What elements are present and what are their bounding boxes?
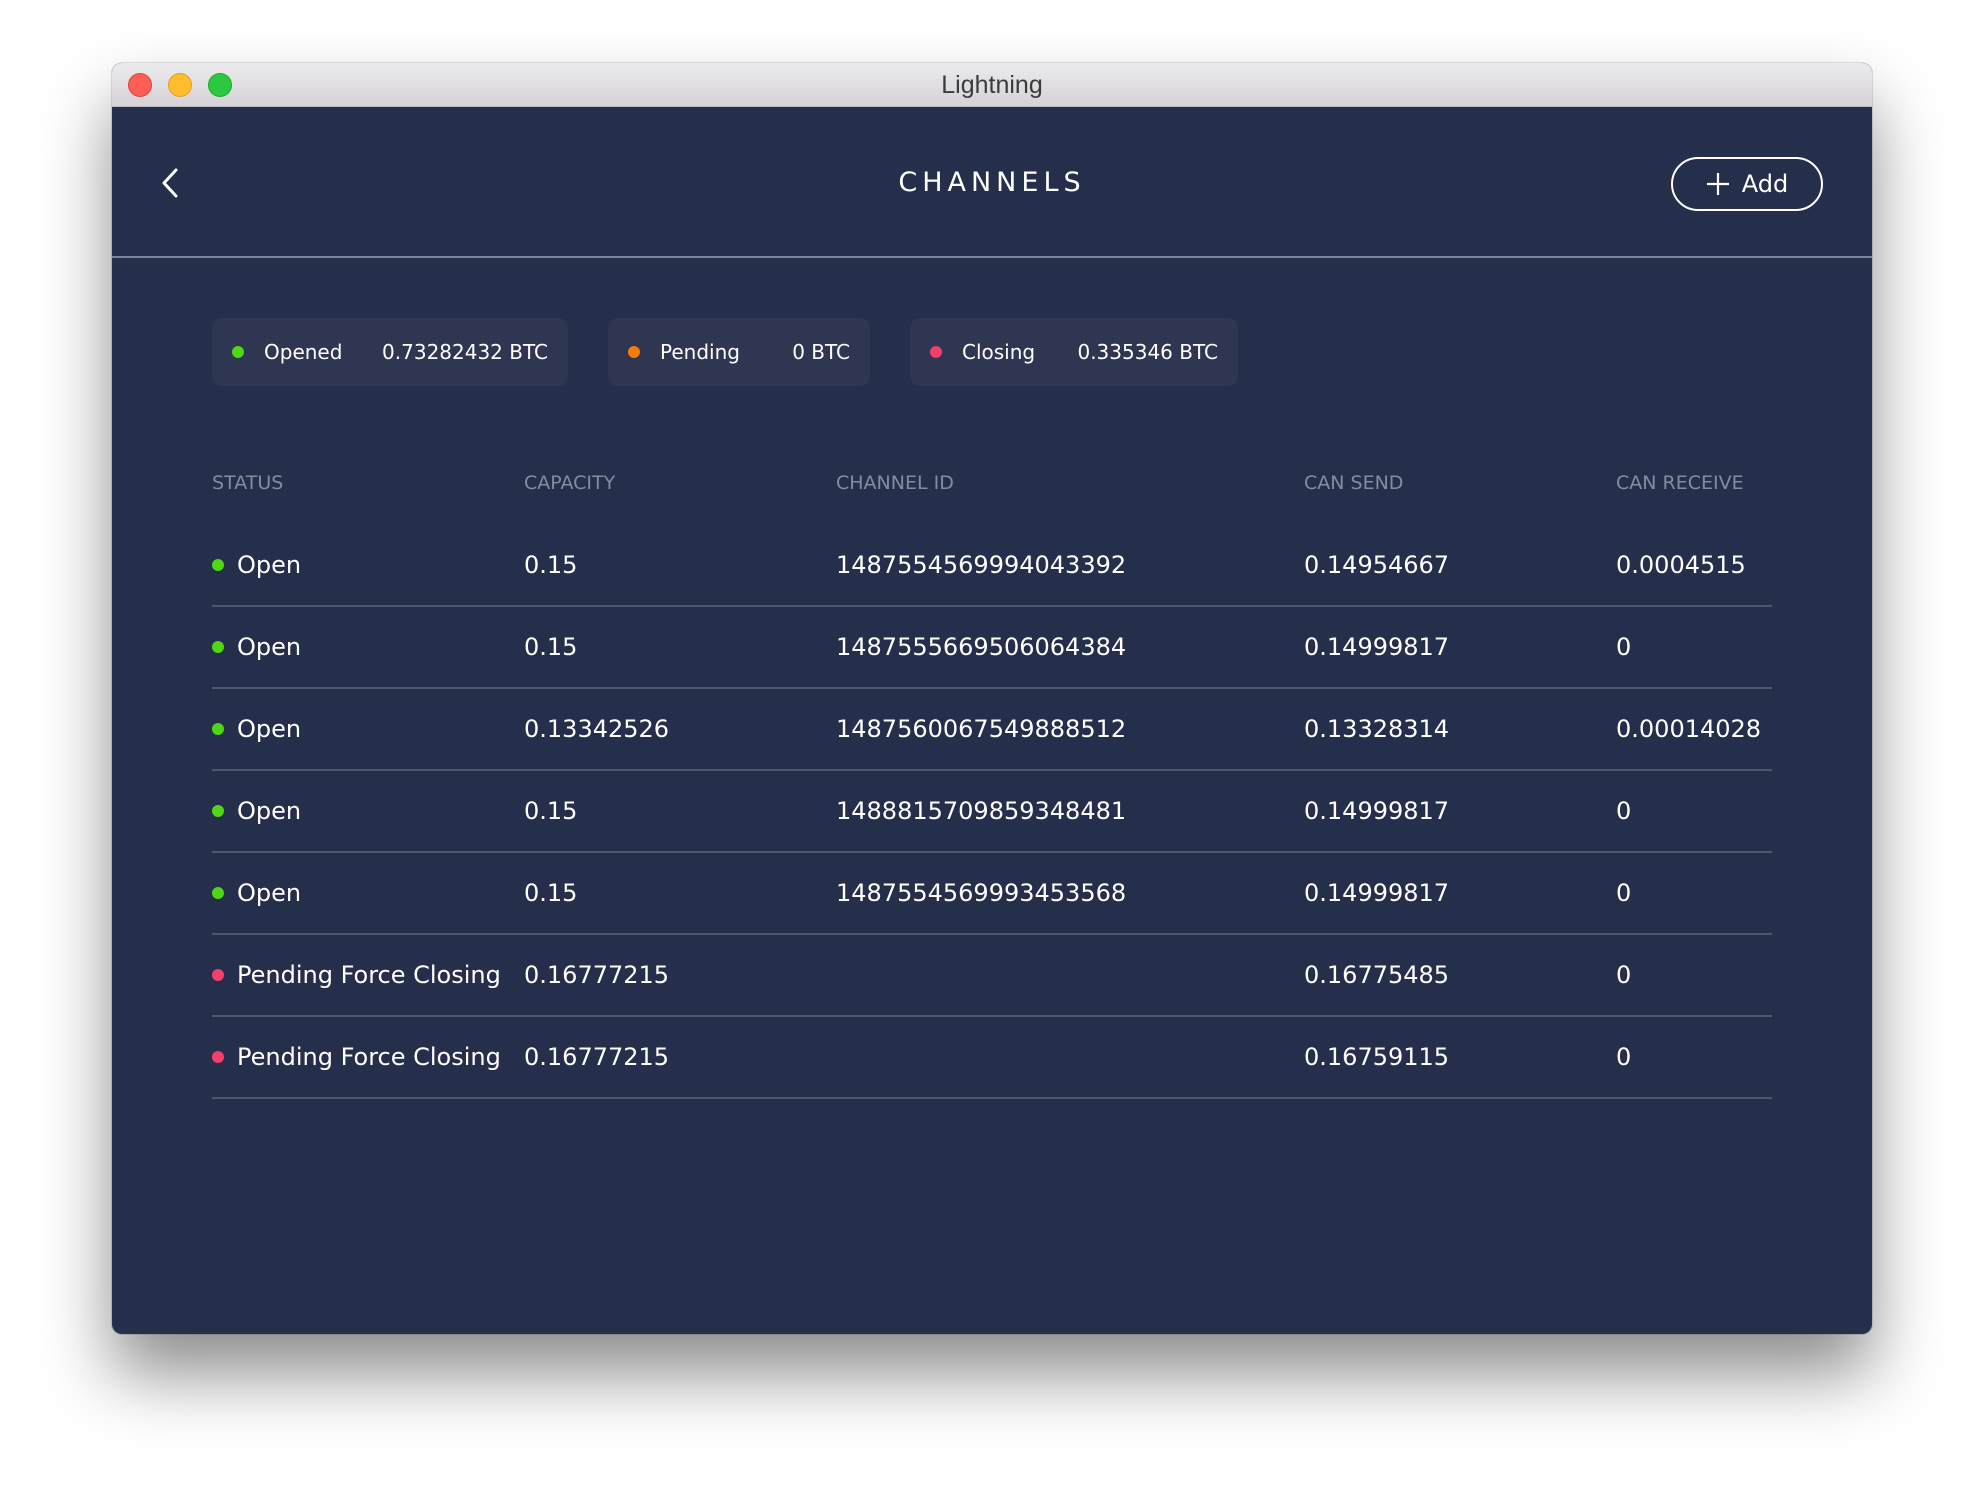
cell-can-send: 0.14999817	[1304, 879, 1450, 907]
cell-capacity: 0.16777215	[524, 961, 670, 989]
status-dot-icon	[212, 887, 224, 899]
balance-summary: Opened 0.73282432 BTC Pending 0 BTC Clos…	[212, 318, 1238, 386]
cell-status: Open	[212, 797, 524, 825]
cell-can-send: 0.14954667	[1304, 551, 1450, 579]
cell-capacity: 0.15	[524, 797, 578, 825]
cell-can-send: 0.16759115	[1304, 1043, 1450, 1071]
table-row[interactable]: Open 0.13342526 1487560067549888512 0.13…	[212, 689, 1772, 771]
summary-value: 0 BTC	[792, 340, 850, 364]
status-dot-icon	[212, 969, 224, 981]
cell-status: Open	[212, 633, 524, 661]
cell-status: Open	[212, 879, 524, 907]
table-body: Open 0.15 1487554569994043392 0.14954667…	[212, 525, 1772, 1099]
summary-card-opened: Opened 0.73282432 BTC	[212, 318, 568, 386]
cell-can-receive: 0.0004515	[1616, 551, 1746, 579]
status-dot-icon	[628, 346, 640, 358]
status-text: Open	[237, 633, 302, 661]
column-header-channel-id[interactable]: CHANNEL ID	[836, 472, 1304, 494]
status-text: Open	[237, 879, 302, 907]
plus-icon	[1706, 173, 1729, 195]
titlebar: Lightning	[112, 63, 1872, 107]
cell-can-send: 0.14999817	[1304, 797, 1450, 825]
page-header: CHANNELS Add	[112, 107, 1872, 258]
cell-can-receive: 0	[1616, 1043, 1632, 1071]
cell-can-receive: 0	[1616, 961, 1632, 989]
cell-can-receive: 0	[1616, 797, 1632, 825]
cell-status: Open	[212, 715, 524, 743]
cell-can-send: 0.13328314	[1304, 715, 1450, 743]
status-text: Open	[237, 715, 302, 743]
status-dot-icon	[930, 346, 942, 358]
status-text: Pending Force Closing	[237, 1043, 501, 1071]
status-dot-icon	[212, 559, 224, 571]
cell-channel-id: 1487560067549888512	[836, 715, 1127, 743]
status-text: Pending Force Closing	[237, 961, 501, 989]
summary-label: Pending	[660, 340, 740, 364]
summary-label: Closing	[962, 340, 1036, 364]
table-row[interactable]: Open 0.15 1488815709859348481 0.14999817…	[212, 771, 1772, 853]
cell-channel-id: 1487554569993453568	[836, 879, 1127, 907]
status-dot-icon	[212, 723, 224, 735]
cell-capacity: 0.15	[524, 633, 578, 661]
column-header-can-receive[interactable]: CAN RECEIVE	[1616, 472, 1772, 494]
cell-can-receive: 0.00014028	[1616, 715, 1762, 743]
cell-channel-id: 1488815709859348481	[836, 797, 1127, 825]
add-channel-button[interactable]: Add	[1671, 157, 1823, 211]
summary-card-pending: Pending 0 BTC	[608, 318, 870, 386]
cell-can-receive: 0	[1616, 633, 1632, 661]
summary-card-closing: Closing 0.335346 BTC	[910, 318, 1238, 386]
table-row[interactable]: Pending Force Closing 0.16777215 0.16759…	[212, 1017, 1772, 1099]
summary-label: Opened	[264, 340, 343, 364]
app-window: Lightning CHANNELS Add Opened 0.73282432…	[112, 63, 1872, 1334]
cell-can-receive: 0	[1616, 879, 1632, 907]
table-row[interactable]: Open 0.15 1487555669506064384 0.14999817…	[212, 607, 1772, 689]
cell-capacity: 0.15	[524, 551, 578, 579]
status-dot-icon	[232, 346, 244, 358]
status-text: Open	[237, 551, 302, 579]
page-title: CHANNELS	[898, 167, 1086, 198]
add-button-label: Add	[1741, 170, 1789, 198]
table-row[interactable]: Open 0.15 1487554569994043392 0.14954667…	[212, 525, 1772, 607]
cell-can-send: 0.14999817	[1304, 633, 1450, 661]
cell-status: Pending Force Closing	[212, 961, 524, 989]
table-header: STATUS CAPACITY CHANNEL ID CAN SEND CAN …	[212, 458, 1772, 508]
cell-status: Pending Force Closing	[212, 1043, 524, 1071]
cell-status: Open	[212, 551, 524, 579]
summary-value: 0.335346 BTC	[1077, 340, 1218, 364]
column-header-capacity[interactable]: CAPACITY	[524, 472, 836, 494]
cell-capacity: 0.16777215	[524, 1043, 670, 1071]
cell-capacity: 0.13342526	[524, 715, 670, 743]
table-row[interactable]: Open 0.15 1487554569993453568 0.14999817…	[212, 853, 1772, 935]
summary-value: 0.73282432 BTC	[382, 340, 548, 364]
window-title: Lightning	[941, 71, 1043, 99]
cell-can-send: 0.16775485	[1304, 961, 1450, 989]
status-text: Open	[237, 797, 302, 825]
cell-capacity: 0.15	[524, 879, 578, 907]
column-header-can-send[interactable]: CAN SEND	[1304, 472, 1616, 494]
cell-channel-id: 1487554569994043392	[836, 551, 1127, 579]
cell-channel-id: 1487555669506064384	[836, 633, 1127, 661]
status-dot-icon	[212, 1051, 224, 1063]
column-header-status[interactable]: STATUS	[212, 472, 524, 494]
status-dot-icon	[212, 641, 224, 653]
status-dot-icon	[212, 805, 224, 817]
channels-table: STATUS CAPACITY CHANNEL ID CAN SEND CAN …	[212, 458, 1772, 1099]
table-row[interactable]: Pending Force Closing 0.16777215 0.16775…	[212, 935, 1772, 1017]
